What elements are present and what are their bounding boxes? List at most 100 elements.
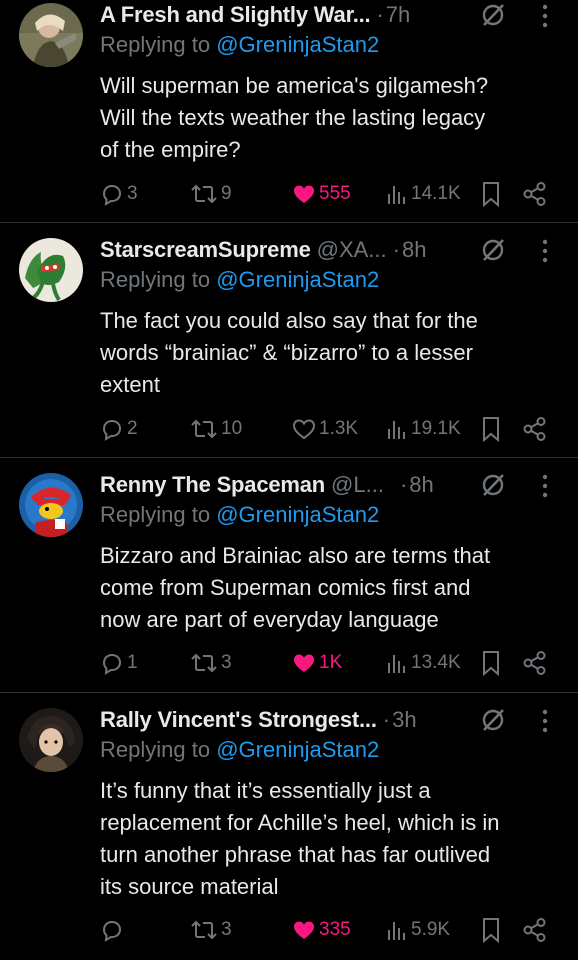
more-options-icon[interactable] [540,238,550,264]
timestamp[interactable]: 8h [409,472,433,498]
mention-link[interactable]: @GreninjaStan2 [216,267,379,292]
share-button[interactable] [522,179,548,209]
tweet-text: It’s funny that it’s essentially just a … [100,775,550,903]
replying-to: Replying to @GreninjaStan2 [100,737,379,763]
share-icon [523,651,546,675]
share-icon [523,182,546,206]
like-button[interactable]: 335 [292,915,351,945]
heart-icon [294,921,314,939]
reply-button[interactable]: 2 [100,414,138,444]
avatar[interactable] [19,238,83,302]
views-button[interactable]: 5.9K [386,915,450,945]
bookmark-button[interactable] [480,915,502,945]
retweet-count: 10 [221,418,243,439]
views-button[interactable]: 14.1K [386,179,461,209]
author-name[interactable]: A Fresh and Slightly War... [100,2,371,28]
author-name[interactable]: Renny The Spaceman [100,472,325,498]
like-button[interactable]: 1.3K [292,414,358,444]
retweet-button[interactable]: 3 [190,915,232,945]
grok-icon[interactable] [480,707,506,733]
author-name[interactable]: Rally Vincent's Strongest... [100,707,377,733]
more-options-icon[interactable] [540,3,550,29]
tweet-text-line: extent [100,372,160,397]
tweet-text-line: come from Superman comics first and [100,575,471,600]
tweet-text-line: The fact you could also say that for the [100,308,478,333]
avatar[interactable] [19,473,83,537]
reply-count: 3 [127,183,138,204]
bookmark-icon [483,651,499,676]
heart-icon [294,654,314,672]
tweet-text-line: its source material [100,874,279,899]
retweet-button[interactable]: 10 [190,414,242,444]
heart-icon [292,419,316,440]
more-options-icon[interactable] [540,473,550,499]
like-count: 555 [319,183,351,204]
retweet-count: 9 [221,183,232,204]
views-button[interactable]: 13.4K [386,648,461,678]
tweet-text-line: Bizzaro and Brainiac also are terms that [100,543,491,568]
bookmark-icon [483,417,499,442]
tweet-text-line: Will the texts weather the lasting legac… [100,105,486,130]
retweet-count: 3 [221,919,232,940]
replying-to-label: Replying to [100,737,211,762]
tweet-text-line: words “brainiac” & “bizarro” to a lesser [100,340,473,365]
tweet-text-line: of the empire? [100,137,241,162]
timestamp[interactable]: 8h [402,237,426,263]
tweet[interactable]: Rally Vincent's Strongest... · 3h Replyi… [0,693,578,960]
view-count: 19.1K [411,418,461,439]
reply-icon [102,419,122,441]
tweet-text: The fact you could also say that for the… [100,305,550,401]
share-button[interactable] [522,648,548,678]
mention-link[interactable]: @GreninjaStan2 [216,502,379,527]
timestamp[interactable]: 7h [386,2,410,28]
separator-dot: · [392,237,400,262]
share-button[interactable] [522,915,548,945]
grok-icon[interactable] [480,472,506,498]
reply-button[interactable]: 1 [100,648,138,678]
replying-to-label: Replying to [100,502,211,527]
bookmark-icon [483,182,499,207]
more-options-icon[interactable] [540,708,550,734]
views-button[interactable]: 19.1K [386,414,461,444]
tweet[interactable]: Renny The Spaceman @L... · 8h Replying t… [0,458,578,692]
bookmark-button[interactable] [480,648,502,678]
tweet-text-line: now are part of everyday language [100,607,439,632]
tweet-text: Will superman be america's gilgamesh? Wi… [100,70,550,166]
grok-icon[interactable] [480,237,506,263]
author-name[interactable]: StarscreamSupreme [100,237,311,263]
tweet-text-line: replacement for Achille’s heel, which is… [100,810,500,835]
bookmark-button[interactable] [480,414,502,444]
action-bar: 3 9 555 14.1K [0,179,578,209]
tweet-text-line: Will superman be america's gilgamesh? [100,73,489,98]
bookmark-button[interactable] [480,179,502,209]
action-bar: 3 335 5.9K [0,915,578,945]
reply-count: 1 [127,652,138,673]
author-handle[interactable]: @L... [331,472,384,498]
grok-icon[interactable] [480,2,506,28]
author-handle[interactable]: @XA... [317,237,387,263]
reply-button[interactable] [100,915,127,945]
tweet[interactable]: StarscreamSupreme @XA... · 8h Replying t… [0,223,578,457]
reply-button[interactable]: 3 [100,179,138,209]
replying-to: Replying to @GreninjaStan2 [100,502,379,528]
timestamp[interactable]: 3h [392,707,416,733]
retweet-icon [191,653,217,673]
action-bar: 2 10 1.3K 19.1K [0,414,578,444]
like-button[interactable]: 555 [292,179,351,209]
avatar[interactable] [19,708,83,772]
mention-link[interactable]: @GreninjaStan2 [216,737,379,762]
replying-to: Replying to @GreninjaStan2 [100,267,379,293]
tweet[interactable]: A Fresh and Slightly War... · 7h Replyin… [0,0,578,222]
avatar[interactable] [19,3,83,67]
views-chart-icon [388,186,405,204]
bookmark-icon [483,918,499,943]
like-count: 1K [319,652,343,673]
like-count: 1.3K [319,418,359,439]
like-button[interactable]: 1K [292,648,342,678]
retweet-button[interactable]: 3 [190,648,232,678]
action-bar: 1 3 1K 13.4K [0,648,578,678]
retweet-button[interactable]: 9 [190,179,232,209]
share-button[interactable] [522,414,548,444]
mention-link[interactable]: @GreninjaStan2 [216,32,379,57]
retweet-icon [191,419,217,439]
